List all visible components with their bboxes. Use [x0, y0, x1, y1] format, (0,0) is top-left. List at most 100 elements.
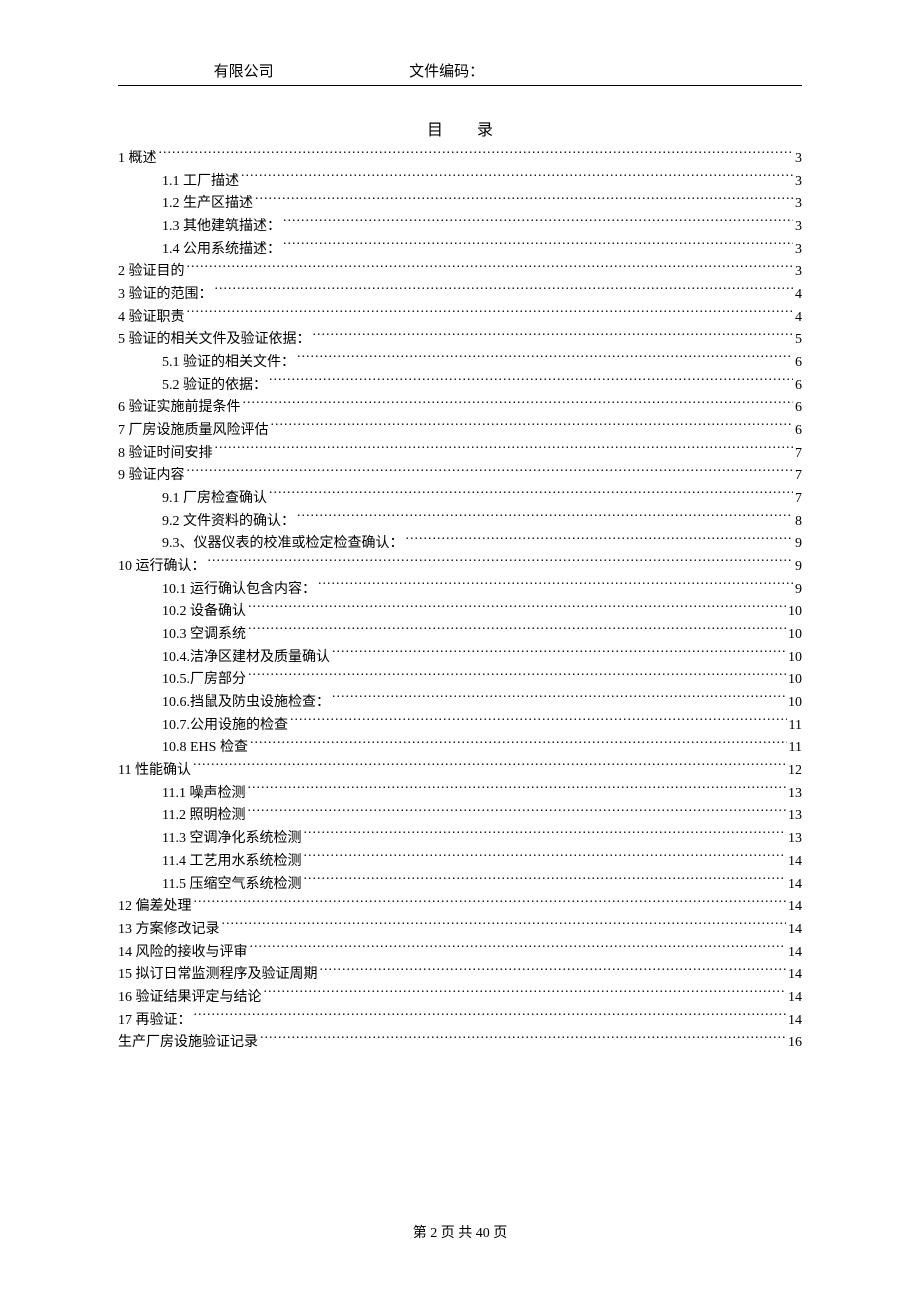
toc-entry-label: 11 性能确认: [118, 760, 191, 783]
toc-entry-label: 1 概述: [118, 148, 157, 171]
toc-entry-page: 13: [788, 805, 802, 828]
toc-entry-page: 9: [795, 556, 802, 579]
toc-entry-label: 11.2 照明检测: [162, 805, 245, 828]
toc-entry: 6 验证实施前提条件6: [118, 397, 802, 420]
toc-entry: 12 偏差处理 14: [118, 896, 802, 919]
footer-current-page: 2: [430, 1226, 437, 1241]
toc-leader-dots: [247, 783, 786, 797]
toc-entry-page: 10: [788, 647, 802, 670]
toc-entry-label: 10.5.厂房部分: [162, 669, 246, 692]
toc-entry-label: 1.1 工厂描述: [162, 171, 239, 194]
toc-leader-dots: [241, 171, 793, 185]
toc-entry-label: 5.2 验证的依据：: [162, 375, 267, 398]
toc-entry: 3 验证的范围： 4: [118, 284, 802, 307]
toc-entry: 2 验证目的3: [118, 261, 802, 284]
toc-leader-dots: [250, 942, 787, 956]
toc-leader-dots: [303, 828, 786, 842]
toc-entry-label: 14 风险的接收与评审: [118, 942, 248, 965]
toc-leader-dots: [247, 805, 786, 819]
toc-entry-page: 10: [788, 692, 802, 715]
toc-entry-label: 10.6.挡鼠及防虫设施检查：: [162, 692, 330, 715]
toc-entry-label: 7 厂房设施质量风险评估: [118, 420, 269, 443]
toc-entry-page: 4: [795, 284, 802, 307]
toc-entry-label: 11.5 压缩空气系统检测: [162, 874, 301, 897]
toc-entry: 10.5.厂房部分 10: [118, 669, 802, 692]
toc-entry-label: 5 验证的相关文件及验证依据：: [118, 329, 311, 352]
toc-leader-dots: [283, 216, 793, 230]
toc-entry-page: 11: [789, 715, 802, 738]
toc-entry: 10.8 EHS 检查 11: [118, 737, 802, 760]
toc-entry-page: 14: [788, 896, 802, 919]
toc-entry-label: 10 运行确认：: [118, 556, 206, 579]
toc-entry: 14 风险的接收与评审 14: [118, 942, 802, 965]
toc-entry: 4 验证职责4: [118, 307, 802, 330]
toc-leader-dots: [271, 420, 794, 434]
header-company: 有限公司: [118, 60, 369, 81]
table-of-contents: 1 概述31.1 工厂描述31.2 生产区描述31.3 其他建筑描述：31.4 …: [118, 148, 802, 1055]
toc-entry-page: 3: [795, 216, 802, 239]
toc-leader-dots: [269, 375, 793, 389]
toc-entry-page: 7: [795, 443, 802, 466]
toc-entry: 11.4 工艺用水系统检测 14: [118, 851, 802, 874]
toc-leader-dots: [313, 329, 794, 343]
toc-entry-label: 16 验证结果评定与结论: [118, 987, 262, 1010]
toc-entry-page: 11: [789, 737, 802, 760]
toc-entry-page: 14: [788, 942, 802, 965]
toc-entry: 1.4 公用系统描述： 3: [118, 239, 802, 262]
toc-entry-page: 14: [788, 919, 802, 942]
toc-entry: 10.6.挡鼠及防虫设施检查： 10: [118, 692, 802, 715]
toc-entry: 11.1 噪声检测13: [118, 783, 802, 806]
toc-entry: 9 验证内容7: [118, 465, 802, 488]
toc-entry: 11 性能确认 12: [118, 760, 802, 783]
toc-entry: 11.5 压缩空气系统检测14: [118, 874, 802, 897]
toc-leader-dots: [255, 193, 793, 207]
toc-entry-page: 14: [788, 964, 802, 987]
toc-leader-dots: [406, 533, 794, 547]
toc-entry: 10.1 运行确认包含内容：9: [118, 579, 802, 602]
toc-entry-page: 3: [795, 239, 802, 262]
toc-leader-dots: [194, 896, 787, 910]
toc-entry: 17 再验证：14: [118, 1010, 802, 1033]
document-page: 有限公司 文件编码： 目录 1 概述31.1 工厂描述31.2 生产区描述31.…: [0, 0, 920, 1302]
toc-entry-label: 12 偏差处理: [118, 896, 192, 919]
toc-entry-label: 6 验证实施前提条件: [118, 397, 241, 420]
toc-entry-page: 14: [788, 851, 802, 874]
toc-leader-dots: [194, 1010, 787, 1024]
toc-leader-dots: [332, 647, 786, 661]
page-footer: 第 2 页 共 40 页: [0, 1222, 920, 1242]
footer-suffix: 页: [493, 1226, 507, 1241]
toc-entry: 7 厂房设施质量风险评估6: [118, 420, 802, 443]
toc-entry-page: 13: [788, 828, 802, 851]
toc-leader-dots: [290, 715, 787, 729]
toc-entry-label: 9.2 文件资料的确认：: [162, 511, 295, 534]
toc-entry: 10.3 空调系统10: [118, 624, 802, 647]
toc-entry-page: 10: [788, 601, 802, 624]
toc-entry: 10.2 设备确认10: [118, 601, 802, 624]
toc-entry-label: 生产厂房设施验证记录: [118, 1032, 258, 1055]
toc-leader-dots: [283, 239, 793, 253]
toc-entry-label: 11.4 工艺用水系统检测: [162, 851, 301, 874]
toc-entry-label: 4 验证职责: [118, 307, 185, 330]
footer-total-pages: 40: [476, 1226, 490, 1241]
toc-leader-dots: [215, 284, 794, 298]
toc-entry: 1.3 其他建筑描述：3: [118, 216, 802, 239]
toc-entry-label: 10.8 EHS 检查: [162, 737, 248, 760]
toc-entry-label: 3 验证的范围：: [118, 284, 213, 307]
toc-entry: 13 方案修改记录14: [118, 919, 802, 942]
toc-entry-page: 8: [795, 511, 802, 534]
toc-entry: 9.1 厂房检查确认7: [118, 488, 802, 511]
toc-entry: 1.2 生产区描述3: [118, 193, 802, 216]
toc-leader-dots: [250, 737, 787, 751]
toc-entry-page: 3: [795, 261, 802, 284]
toc-entry-label: 1.2 生产区描述: [162, 193, 253, 216]
toc-entry: 9.3、仪器仪表的校准或检定检查确认：9: [118, 533, 802, 556]
toc-entry: 11.2 照明检测 13: [118, 805, 802, 828]
toc-entry-page: 10: [788, 669, 802, 692]
toc-entry-page: 3: [795, 148, 802, 171]
toc-leader-dots: [248, 601, 786, 615]
toc-entry-page: 12: [788, 760, 802, 783]
toc-entry-label: 17 再验证：: [118, 1010, 192, 1033]
toc-entry-label: 1.4 公用系统描述：: [162, 239, 281, 262]
toc-entry: 10.7.公用设施的检查11: [118, 715, 802, 738]
toc-leader-dots: [260, 1032, 786, 1046]
